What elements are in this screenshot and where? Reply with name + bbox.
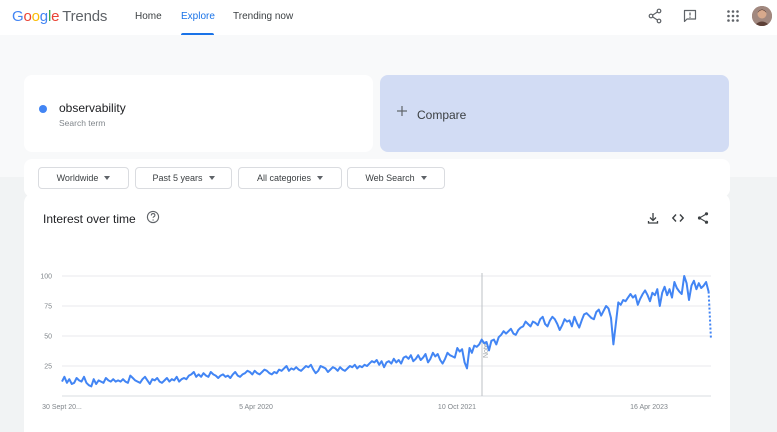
- compare-button[interactable]: Compare: [380, 75, 729, 152]
- y-tick-label: 25: [44, 364, 52, 371]
- filter-location[interactable]: Worldwide: [38, 167, 129, 189]
- apps-grid-icon[interactable]: [725, 8, 741, 24]
- x-tick-label: 10 Oct 2021: [438, 404, 476, 411]
- interest-over-time-card: Interest over time 25 50 75 100 Note 30 Sept …: [24, 193, 730, 432]
- nav-tab-home[interactable]: Home: [135, 0, 163, 35]
- share-icon[interactable]: [647, 8, 663, 24]
- search-area: observability Search term Compare Worldw…: [0, 35, 777, 197]
- avatar[interactable]: [752, 6, 772, 26]
- dropdown-caret-icon: [208, 176, 215, 180]
- plus-icon: [397, 106, 407, 116]
- google-trends-logo[interactable]: Google Trends: [12, 8, 107, 25]
- dropdown-caret-icon: [104, 176, 111, 180]
- x-tick-label: 30 Sept 20...: [42, 404, 82, 411]
- y-tick-label: 75: [44, 304, 52, 311]
- dropdown-caret-icon: [420, 176, 427, 180]
- interest-over-time-chart[interactable]: 255075100Note30 Sept 20... 5 Apr 2020 10 O…: [24, 193, 730, 432]
- series-line: [61, 275, 710, 388]
- filter-search-type[interactable]: Web Search: [347, 167, 445, 189]
- top-app-bar: Google Trends Home Explore Trending now: [0, 0, 777, 35]
- y-tick-label: 100: [40, 274, 52, 281]
- series-partial-segment: [707, 291, 712, 340]
- dropdown-caret-icon: [317, 176, 324, 180]
- search-term-type: Search term: [59, 118, 106, 128]
- feedback-icon[interactable]: [682, 8, 698, 24]
- filter-bar: Worldwide Past 5 years All categories We…: [24, 159, 730, 197]
- x-tick-label: 5 Apr 2020: [239, 404, 273, 411]
- search-term-name[interactable]: observability: [59, 101, 126, 115]
- y-tick-label: 50: [44, 334, 52, 341]
- nav-tab-explore[interactable]: Explore: [181, 0, 215, 35]
- compare-label: Compare: [417, 108, 467, 122]
- x-tick-label: 16 Apr 2023: [630, 404, 668, 411]
- avatar-photo: [752, 6, 772, 26]
- filter-category[interactable]: All categories: [238, 167, 342, 189]
- filter-time-range[interactable]: Past 5 years: [135, 167, 232, 189]
- search-term-card[interactable]: observability Search term: [24, 75, 373, 152]
- series-color-dot: [39, 105, 47, 113]
- nav-tab-trending-now[interactable]: Trending now: [233, 0, 297, 35]
